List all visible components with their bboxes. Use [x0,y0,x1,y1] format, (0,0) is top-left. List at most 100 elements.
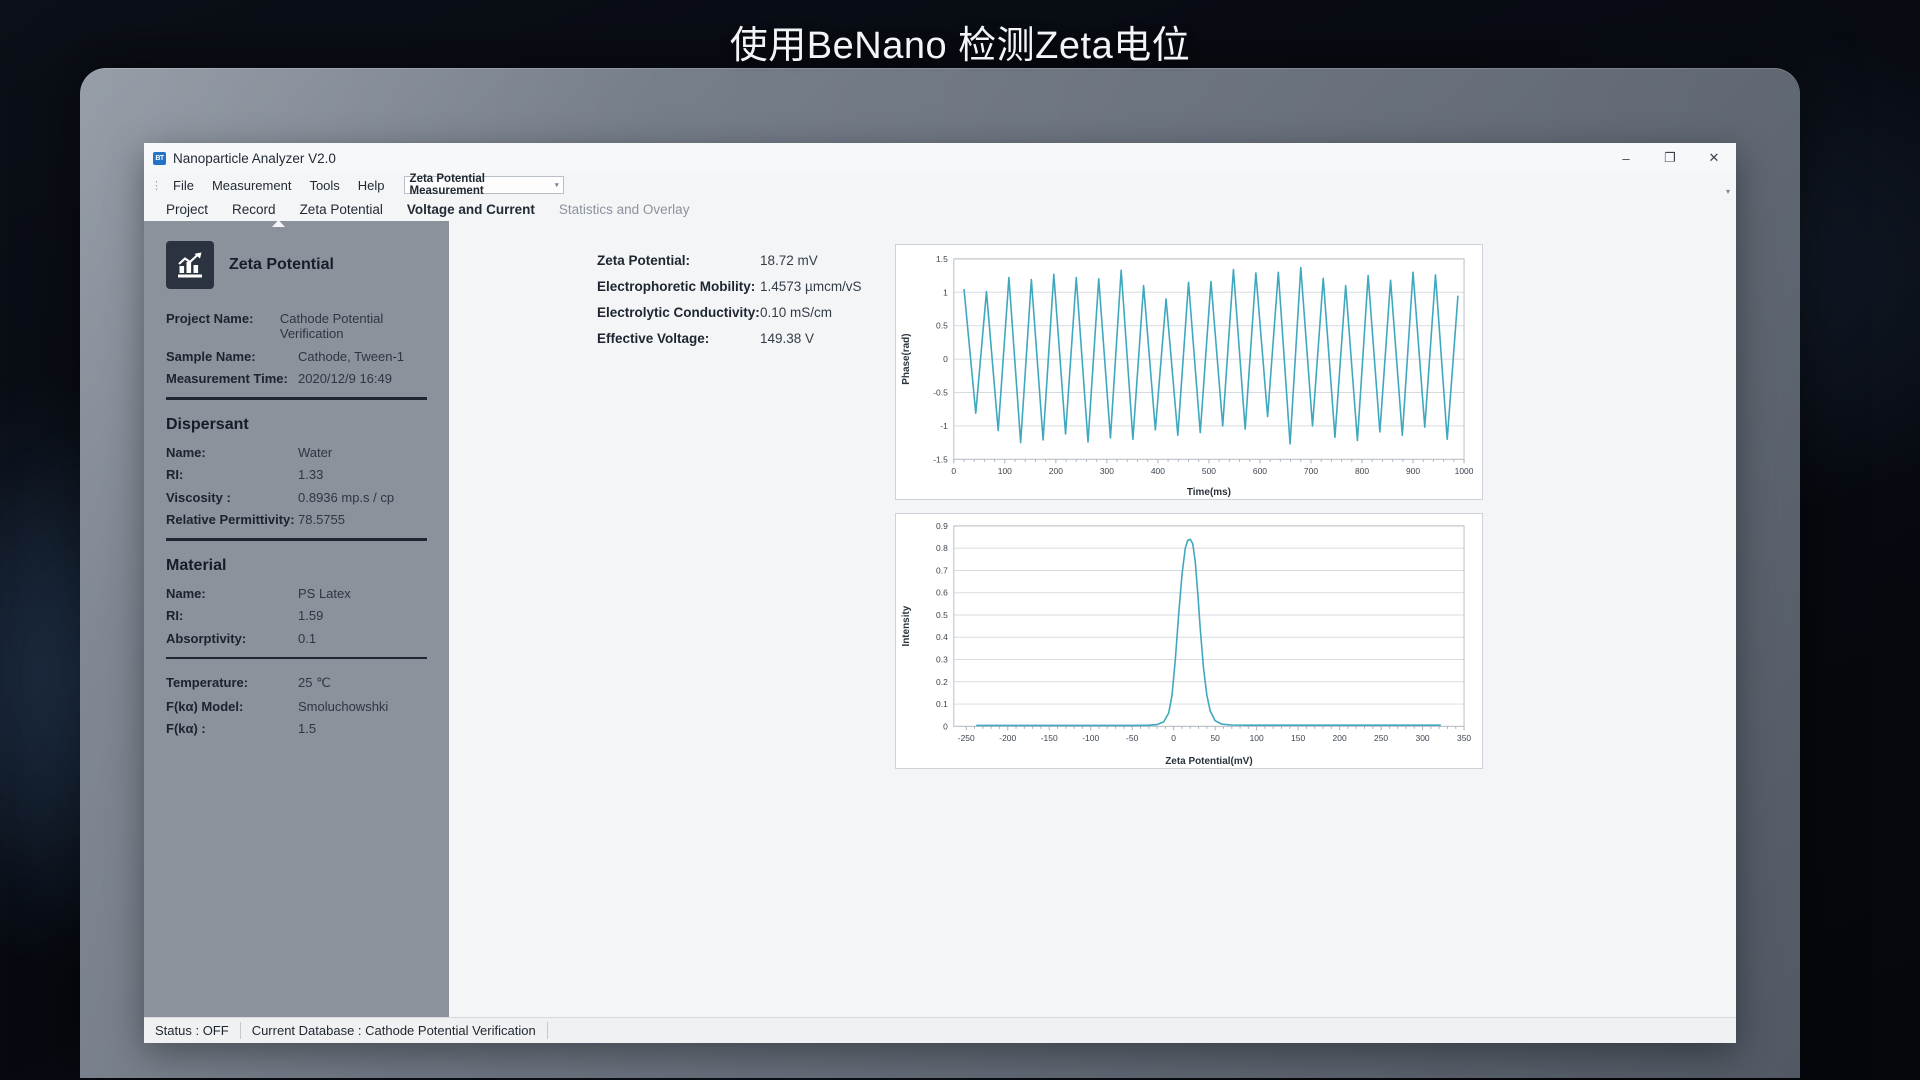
info-row-dispersant-viscosity: Viscosity : 0.8936 mp.s / cp [166,490,427,505]
laptop-device: BT Nanoparticle Analyzer V2.0 – ❐ ✕ ⋮ Fi… [80,68,1800,1078]
svg-text:0.7: 0.7 [936,565,948,575]
application-body: Zeta Potential Project Name: Cathode Pot… [144,220,1736,1017]
svg-text:0.2: 0.2 [936,677,948,687]
value: 1.33 [298,467,324,482]
svg-text:700: 700 [1304,466,1318,476]
menubar-overflow-chevron-down-icon[interactable]: ▾ [1726,187,1730,196]
svg-text:Time(ms): Time(ms) [1187,487,1231,498]
dispersant-group: Name: Water RI: 1.33 Viscosity : 0.8936 … [166,445,427,528]
svg-text:0: 0 [1171,733,1176,743]
result-row-electrolytic-conductivity: Electrolytic Conductivity: 0.10 mS/cm [597,305,927,320]
section-title-dispersant: Dispersant [166,415,249,433]
svg-text:900: 900 [1406,466,1420,476]
material-group: Name: PS Latex RI: 1.59 Absorptivity: 0.… [166,586,427,646]
tab-record[interactable]: Record [220,201,288,218]
measurement-info-panel: Zeta Potential Project Name: Cathode Pot… [144,220,449,1017]
svg-text:0.9: 0.9 [936,521,948,531]
measurement-mode-value: Zeta Potential Measurement [409,173,485,197]
info-row-fka-model: F(kα) Model: Smoluchowshki [166,699,427,714]
value: 1.59 [298,608,324,623]
menu-grip-icon: ⋮ [151,179,162,192]
status-bar: Status : OFF Current Database : Cathode … [144,1017,1736,1043]
svg-text:500: 500 [1202,466,1216,476]
label: RI: [166,608,184,623]
label: Name: [166,444,206,460]
window-controls: – ❐ ✕ [1604,143,1736,173]
value: 2020/12/9 16:49 [298,371,392,386]
result-row-effective-voltage: Effective Voltage: 149.38 V [597,331,927,346]
svg-text:-150: -150 [1041,733,1058,743]
svg-text:0: 0 [943,354,948,364]
svg-text:400: 400 [1151,466,1165,476]
application-window: BT Nanoparticle Analyzer V2.0 – ❐ ✕ ⋮ Fi… [144,143,1736,1043]
menu-item-measurement[interactable]: Measurement [203,176,300,195]
label: Effective Voltage: [597,331,710,346]
value: Water [298,444,333,460]
close-button[interactable]: ✕ [1692,143,1736,173]
label: Relative Permittivity: [166,512,295,527]
svg-text:-200: -200 [999,733,1016,743]
menu-bar: ⋮ File Measurement Tools Help Zeta Poten… [144,173,1736,197]
label: Absorptivity: [166,630,247,646]
label: Electrolytic Conductivity: [597,305,760,320]
info-row-dispersant-name: Name: Water [166,445,427,460]
label: F(kα) : [166,721,206,736]
tab-project[interactable]: Project [154,201,220,218]
zeta-potential-distribution-chart: 0 0.1 0.2 0.3 0.4 0.5 0.6 0.7 0.8 0.9 -250 -200 -150… [895,513,1483,769]
svg-text:300: 300 [1416,733,1430,743]
svg-text:100: 100 [998,466,1012,476]
divider [166,538,427,541]
label: Name: [166,585,206,601]
svg-text:350: 350 [1457,733,1471,743]
tab-bar: Project Record Zeta Potential Voltage an… [144,197,1736,221]
status-divider [546,1022,548,1039]
chart-growth-icon [166,241,214,289]
value: Smoluchowshki [298,698,389,714]
phase-vs-time-chart: -1.5 -1 -0.5 0 0.5 1 1.5 0 100 200 300 400 500 600 700… [895,244,1483,500]
info-row-material-absorptivity: Absorptivity: 0.1 [166,631,427,646]
divider [166,397,427,400]
value: Cathode, Tween-1 [298,348,404,364]
svg-text:200: 200 [1049,466,1063,476]
svg-text:-1.5: -1.5 [933,454,948,464]
svg-text:0.1: 0.1 [936,699,948,709]
svg-text:Intensity: Intensity [901,605,912,646]
panel-header: Zeta Potential [166,241,427,289]
main-content-area: Zeta Potential: 18.72 mV Electrophoretic… [449,221,1736,1017]
label: Project Name: [166,311,254,326]
result-row-zeta-potential: Zeta Potential: 18.72 mV [597,253,927,268]
value: 0.8936 mp.s / cp [298,489,395,505]
svg-text:-0.5: -0.5 [933,387,948,397]
info-row-temperature: Temperature: 25 ℃ [166,675,427,691]
conditions-group: Temperature: 25 ℃ F(kα) Model: Smoluchow… [166,675,427,736]
measurement-mode-select[interactable]: Zeta Potential Measurement ▾ [403,173,564,197]
maximize-button[interactable]: ❐ [1648,143,1692,173]
window-titlebar: BT Nanoparticle Analyzer V2.0 – ❐ ✕ [144,143,1736,173]
svg-text:1: 1 [943,287,948,297]
info-row-dispersant-ri: RI: 1.33 [166,467,427,482]
label: RI: [166,467,184,482]
tab-zeta-potential[interactable]: Zeta Potential [288,201,395,218]
menu-item-file[interactable]: File [164,176,203,195]
tab-statistics-and-overlay[interactable]: Statistics and Overlay [547,201,702,218]
info-row-material-ri: RI: 1.59 [166,608,427,623]
info-row-material-name: Name: PS Latex [166,586,427,601]
info-row-fka-value: F(kα) : 1.5 [166,721,427,736]
svg-text:50: 50 [1210,733,1220,743]
svg-text:250: 250 [1374,733,1388,743]
result-row-electrophoretic-mobility: Electrophoretic Mobility: 1.4573 µmcm/vS [597,279,927,294]
svg-text:100: 100 [1250,733,1264,743]
value: 149.38 V [760,331,815,346]
label: Zeta Potential: [597,253,691,268]
svg-text:0.3: 0.3 [936,655,948,665]
svg-text:-100: -100 [1082,733,1099,743]
value: Cathode Potential Verification [279,311,384,341]
menu-item-help[interactable]: Help [349,176,394,195]
minimize-button[interactable]: – [1604,143,1648,173]
svg-text:800: 800 [1355,466,1369,476]
svg-text:0.5: 0.5 [936,321,948,331]
menu-item-tools[interactable]: Tools [300,176,348,195]
value: 25 ℃ [298,675,331,690]
label: Temperature: [166,675,249,690]
tab-voltage-and-current[interactable]: Voltage and Current [395,201,547,218]
